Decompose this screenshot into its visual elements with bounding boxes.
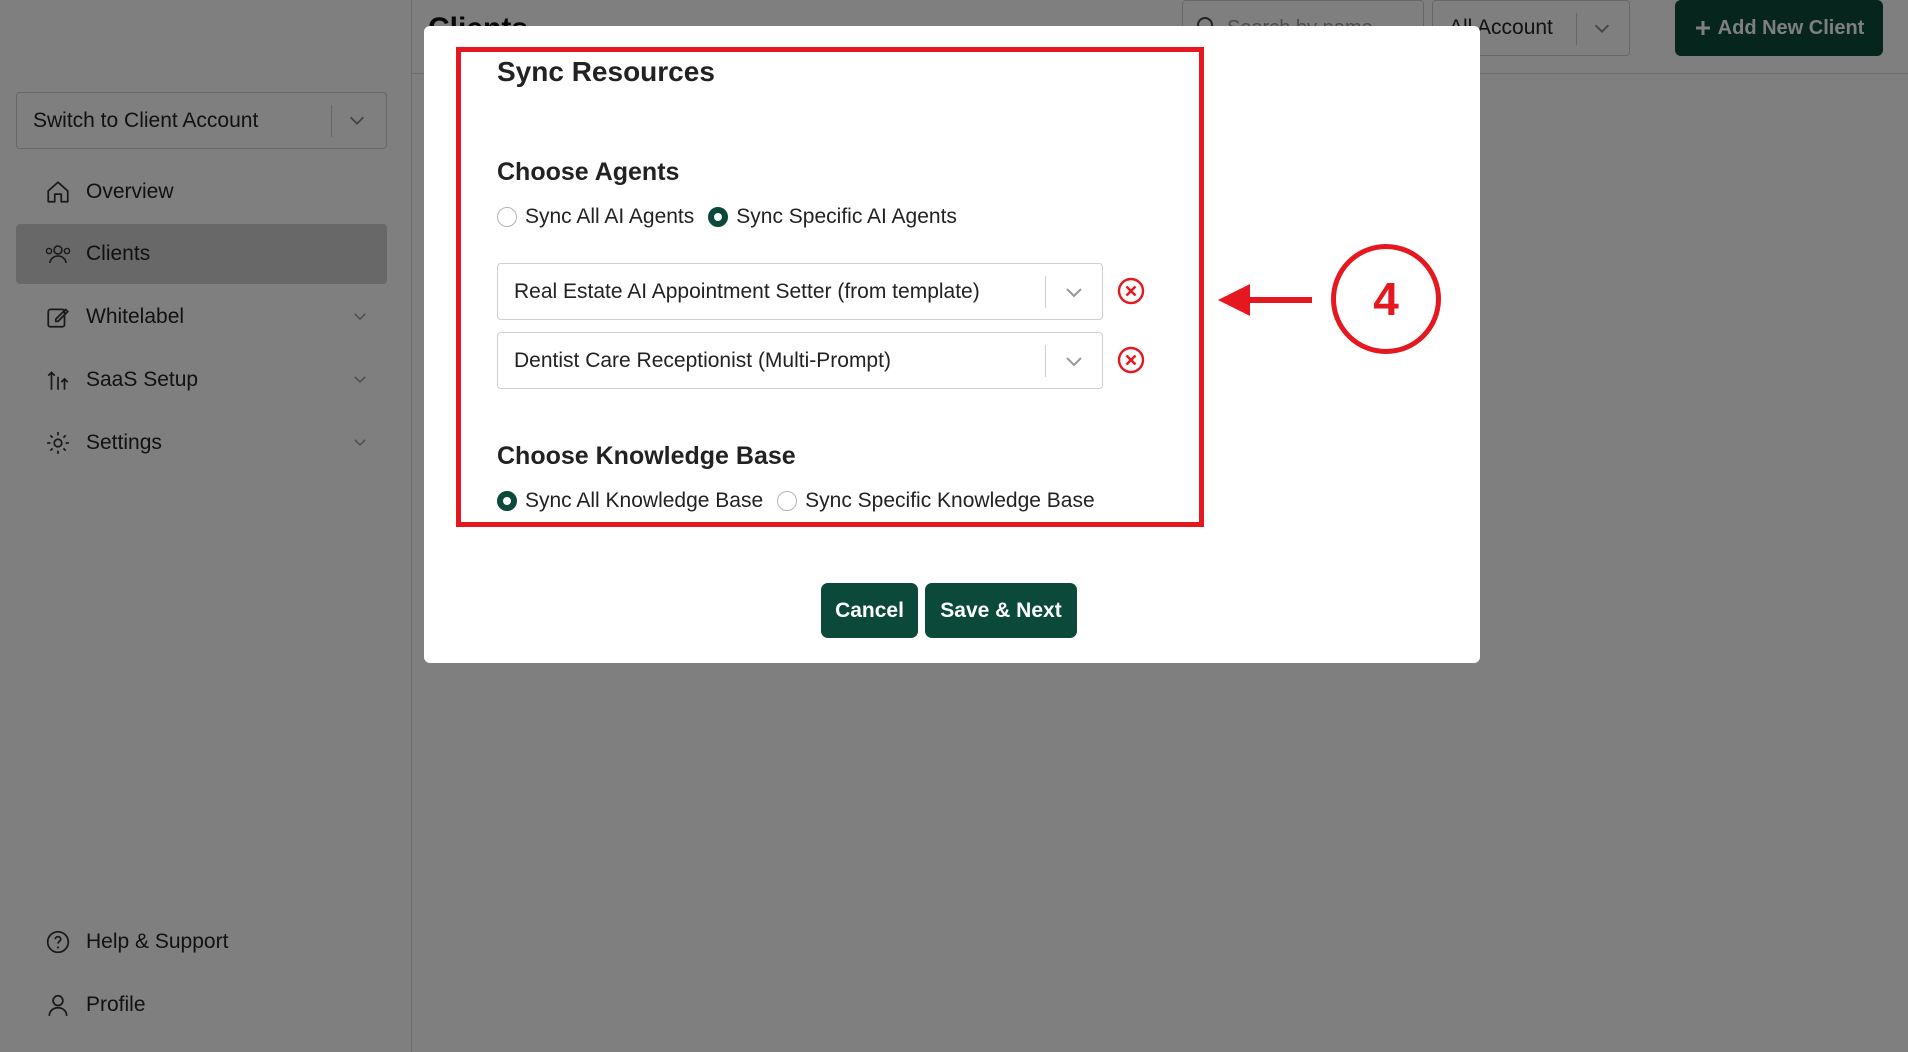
choose-agents-heading: Choose Agents — [497, 158, 680, 186]
radio-sync-specific-knowledge-base[interactable] — [777, 491, 798, 511]
radio-sync-all-knowledge-base[interactable] — [497, 491, 517, 511]
agents-radio-group: Sync All AI Agents Sync Specific AI Agen… — [497, 202, 971, 232]
annotation-arrow-icon — [1218, 284, 1312, 316]
divider — [1045, 276, 1046, 308]
radio-sync-specific-agents[interactable] — [708, 207, 729, 227]
chevron-down-icon — [1066, 288, 1082, 298]
radio-label[interactable]: Sync All AI Agents — [525, 205, 694, 229]
agent-select[interactable]: Real Estate AI Appointment Setter (from … — [497, 263, 1103, 320]
radio-sync-all-agents[interactable] — [497, 207, 517, 227]
knowledge-base-radio-group: Sync All Knowledge Base Sync Specific Kn… — [497, 486, 1109, 516]
remove-circle-icon[interactable] — [1116, 276, 1146, 306]
radio-label[interactable]: Sync Specific AI Agents — [736, 205, 957, 229]
agent-select[interactable]: Dentist Care Receptionist (Multi-Prompt) — [497, 332, 1103, 389]
choose-knowledge-base-heading: Choose Knowledge Base — [497, 442, 796, 470]
cancel-button[interactable]: Cancel — [821, 583, 918, 638]
agent-select-value: Dentist Care Receptionist (Multi-Prompt) — [514, 348, 891, 372]
radio-label[interactable]: Sync Specific Knowledge Base — [805, 489, 1095, 513]
annotation-step-badge: 4 — [1331, 244, 1441, 354]
sync-resources-modal: Sync Resources Choose Agents Sync All AI… — [424, 26, 1480, 663]
divider — [1045, 345, 1046, 377]
agent-select-value: Real Estate AI Appointment Setter (from … — [514, 279, 980, 303]
chevron-down-icon — [1066, 357, 1082, 367]
remove-circle-icon[interactable] — [1116, 345, 1146, 375]
radio-label[interactable]: Sync All Knowledge Base — [525, 489, 763, 513]
save-next-button[interactable]: Save & Next — [925, 583, 1077, 638]
modal-title: Sync Resources — [497, 56, 715, 87]
